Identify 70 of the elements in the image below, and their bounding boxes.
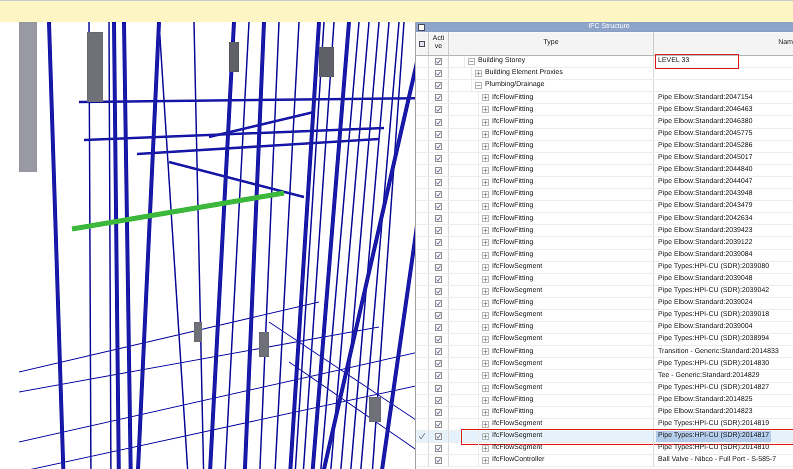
active-checkbox[interactable] [435,432,442,440]
expand-icon[interactable] [482,396,489,404]
active-checkbox[interactable] [435,227,442,234]
collapse-icon[interactable] [475,82,482,90]
expand-icon[interactable] [482,276,489,283]
expand-icon[interactable] [482,166,489,174]
active-checkbox[interactable] [435,191,442,198]
expand-icon[interactable] [482,324,489,332]
expand-icon[interactable] [482,154,489,162]
active-checkbox[interactable] [435,348,442,356]
panel-pin-icon[interactable] [418,24,425,30]
active-checkbox[interactable] [435,384,442,392]
expand-icon[interactable] [482,312,489,320]
active-checkbox[interactable] [435,408,442,416]
active-checkbox[interactable] [435,130,442,138]
expand-icon[interactable] [482,300,489,307]
expand-icon[interactable] [482,191,489,198]
active-checkbox[interactable] [435,252,442,259]
active-checkbox[interactable] [435,300,442,307]
active-checkbox[interactable] [435,312,442,320]
active-checkbox[interactable] [435,118,442,126]
active-checkbox[interactable] [435,324,442,332]
active-checkbox[interactable] [435,457,442,464]
active-checkbox[interactable] [435,372,442,380]
expand-icon[interactable] [482,360,489,368]
expand-icon[interactable] [482,227,489,234]
expand-icon[interactable] [482,264,489,271]
active-checkbox[interactable] [435,360,442,368]
expand-icon[interactable] [482,336,489,344]
expand-icon[interactable] [482,408,489,416]
active-checkbox[interactable] [435,336,442,344]
expand-icon[interactable] [482,94,489,102]
active-checkbox[interactable] [435,58,442,66]
active-checkbox[interactable] [435,288,442,295]
expand-icon[interactable] [482,239,489,246]
expand-icon[interactable] [475,70,482,78]
active-checkbox[interactable] [435,276,442,283]
expand-icon[interactable] [482,348,489,356]
expand-icon[interactable] [482,252,489,259]
expand-icon[interactable] [482,384,489,392]
collapse-icon[interactable] [468,58,475,66]
column-chooser-icon[interactable] [419,40,425,46]
expand-icon[interactable] [482,106,489,114]
active-checkbox[interactable] [435,215,442,222]
active-checkbox[interactable] [435,445,442,452]
active-checkbox[interactable] [435,264,442,271]
active-checkbox[interactable] [435,154,442,162]
active-checkbox[interactable] [435,239,442,246]
expand-icon[interactable] [482,372,489,380]
active-checkbox[interactable] [435,396,442,404]
expand-icon[interactable] [482,203,489,210]
expand-icon[interactable] [482,288,489,295]
expand-icon[interactable] [482,215,489,222]
active-checkbox[interactable] [435,420,442,428]
active-checkbox[interactable] [435,178,442,186]
expand-icon[interactable] [482,445,489,452]
active-checkbox[interactable] [435,82,442,90]
expand-icon[interactable] [482,178,489,186]
active-checkbox[interactable] [435,203,442,210]
expand-icon[interactable] [482,118,489,126]
expand-icon[interactable] [482,420,489,428]
expand-icon[interactable] [482,457,489,464]
active-checkbox[interactable] [435,70,442,78]
active-checkbox[interactable] [435,142,442,150]
active-checkbox[interactable] [435,94,442,102]
active-checkbox[interactable] [435,106,442,114]
expand-icon[interactable] [482,142,489,150]
current-row-icon [419,433,425,440]
expand-icon[interactable] [482,130,489,138]
active-checkbox[interactable] [435,166,442,174]
